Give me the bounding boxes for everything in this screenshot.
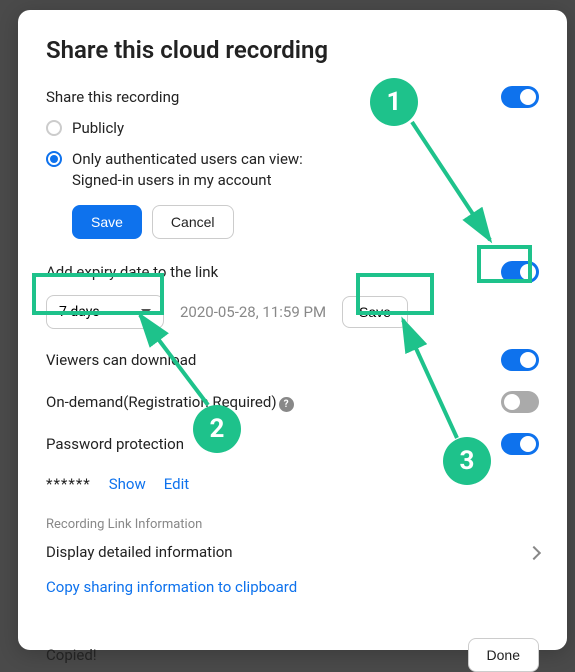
password-edit-link[interactable]: Edit — [164, 475, 189, 493]
ondemand-toggle[interactable] — [501, 391, 539, 413]
copied-status: Copied! — [46, 646, 97, 664]
chevron-down-icon — [141, 309, 151, 315]
password-row-header: Password protection — [46, 433, 539, 455]
ondemand-row: On-demand(Registration Required)? — [46, 391, 539, 413]
modal-title: Share this cloud recording — [46, 36, 539, 64]
password-show-link[interactable]: Show — [109, 475, 146, 493]
display-detail-label: Display detailed information — [46, 542, 233, 563]
download-row: Viewers can download — [46, 349, 539, 371]
radio-auth-label-group: Only authenticated users can view: Signe… — [72, 149, 303, 191]
share-visibility-group: Publicly Only authenticated users can vi… — [46, 118, 539, 191]
display-detail-row[interactable]: Display detailed information — [46, 542, 539, 563]
radio-icon — [46, 151, 62, 167]
share-recording-modal: Share this cloud recording Share this re… — [18, 10, 567, 650]
expiry-label: Add expiry date to the link — [46, 262, 218, 283]
expiry-save-button[interactable]: Save — [342, 296, 408, 328]
done-button[interactable]: Done — [468, 638, 539, 672]
expiry-date-display: 2020-05-28, 11:59 PM — [180, 303, 326, 321]
download-toggle[interactable] — [501, 349, 539, 371]
radio-publicly[interactable]: Publicly — [46, 118, 539, 139]
password-value-row: ****** Show Edit — [46, 475, 539, 493]
share-recording-toggle[interactable] — [501, 86, 539, 108]
modal-footer: Copied! Done — [46, 638, 539, 672]
share-visibility-actions: Save Cancel — [72, 205, 539, 239]
password-label: Password protection — [46, 434, 184, 455]
download-label: Viewers can download — [46, 350, 196, 371]
cancel-visibility-button[interactable]: Cancel — [152, 205, 234, 239]
radio-publicly-label: Publicly — [72, 118, 124, 139]
radio-icon — [46, 120, 62, 136]
link-info-header: Recording Link Information — [46, 517, 539, 532]
radio-auth-label-1: Only authenticated users can view: — [72, 149, 303, 170]
chevron-right-icon — [527, 545, 541, 559]
copy-sharing-link[interactable]: Copy sharing information to clipboard — [46, 578, 297, 596]
expiry-select[interactable]: 7 days — [46, 295, 164, 329]
save-visibility-button[interactable]: Save — [72, 205, 142, 239]
expiry-row-header: Add expiry date to the link — [46, 261, 539, 283]
expiry-toggle[interactable] — [501, 261, 539, 283]
expiry-controls: 7 days 2020-05-28, 11:59 PM Save — [46, 295, 539, 329]
password-toggle[interactable] — [501, 433, 539, 455]
expiry-select-value: 7 days — [59, 304, 100, 320]
ondemand-text: On-demand(Registration Required) — [46, 393, 277, 411]
share-recording-row: Share this recording — [46, 86, 539, 108]
help-icon[interactable]: ? — [279, 397, 294, 412]
radio-auth-only[interactable]: Only authenticated users can view: Signe… — [46, 149, 539, 191]
share-recording-label: Share this recording — [46, 87, 179, 108]
ondemand-label: On-demand(Registration Required)? — [46, 392, 294, 413]
password-masked: ****** — [46, 475, 91, 493]
radio-auth-label-2: Signed-in users in my account — [72, 170, 303, 191]
